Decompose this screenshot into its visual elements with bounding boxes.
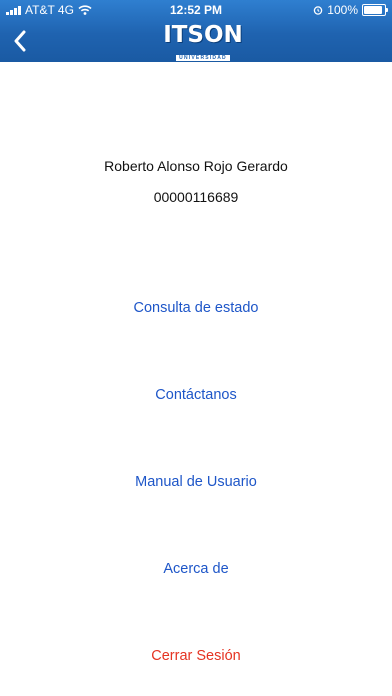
battery-percent: 100% — [327, 3, 358, 17]
logo-subtext: UNIVERSIDAD — [176, 55, 230, 61]
itson-logo: ITSON UNIVERSIDAD — [160, 22, 246, 61]
menu-item-manual-usuario[interactable]: Manual de Usuario — [0, 474, 392, 490]
status-right: 100% — [313, 3, 388, 17]
battery-fill — [364, 6, 382, 14]
alarm-icon — [314, 6, 323, 15]
user-name: Roberto Alonso Rojo Gerardo — [104, 158, 288, 174]
chevron-left-icon — [14, 30, 26, 52]
status-bar: AT&T 4G 12:52 PM 100% — [0, 0, 392, 20]
battery-icon — [362, 4, 388, 16]
logo-text: ITSON — [163, 22, 243, 48]
menu-item-contactanos[interactable]: Contáctanos — [0, 387, 392, 403]
back-button[interactable] — [8, 26, 32, 56]
app-header: AT&T 4G 12:52 PM 100% ITSON UNIVERSIDAD — [0, 0, 392, 62]
user-id: 00000116689 — [153, 189, 239, 205]
logout-button[interactable]: Cerrar Sesión — [0, 648, 392, 664]
menu-item-consulta-estado[interactable]: Consulta de estado — [0, 300, 392, 316]
menu-item-acerca-de[interactable]: Acerca de — [0, 561, 392, 577]
